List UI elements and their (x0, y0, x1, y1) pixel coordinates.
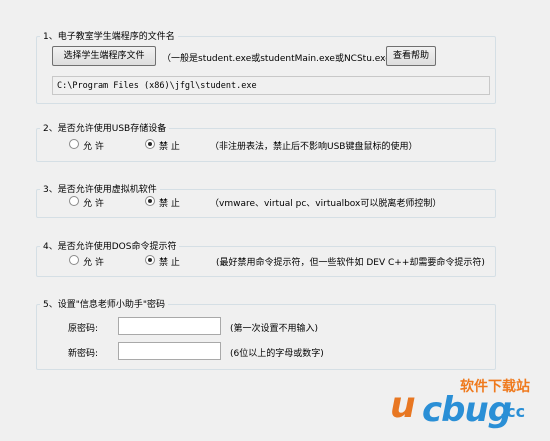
old-password-input[interactable] (118, 317, 221, 335)
password-group (36, 304, 496, 370)
usb-group-title: 2、是否允许使用USB存储设备 (40, 121, 170, 134)
usb-note: （非注册表法，禁止后不影响USB键盘鼠标的使用） (210, 142, 418, 152)
old-password-label: 原密码: (68, 324, 99, 334)
vm-deny-label[interactable]: 禁 止 (159, 196, 180, 209)
watermark-logo-cc: .cc (500, 402, 526, 421)
vm-allow-radio[interactable] (69, 196, 79, 206)
vm-group-title: 3、是否允许使用虚拟机软件 (40, 182, 160, 195)
password-group-title: 5、设置"信息老师小助手"密码 (40, 297, 169, 310)
usb-deny-radio[interactable] (145, 139, 155, 149)
new-password-label: 新密码: (68, 349, 99, 359)
vm-allow-label[interactable]: 允 许 (83, 196, 104, 209)
dos-deny-radio[interactable] (145, 255, 155, 265)
new-password-note: (6位以上的字母或数字) (230, 349, 324, 359)
dos-allow-radio[interactable] (69, 255, 79, 265)
vm-note: （vmware、virtual pc、virtualbox可以脱离老师控制） (210, 199, 442, 209)
new-password-input[interactable] (118, 342, 221, 360)
dos-allow-label[interactable]: 允 许 (83, 255, 104, 268)
file-name-hint: （一般是student.exe或studentMain.exe或NCStu.ex… (162, 54, 400, 64)
dos-deny-label[interactable]: 禁 止 (159, 255, 180, 268)
view-help-button[interactable]: 查看帮助 (386, 46, 436, 66)
file-name-group-title: 1、电子教室学生端程序的文件名 (40, 29, 178, 42)
dos-note: (最好禁用命令提示符，但一些软件如 DEV C++却需要命令提示符) (216, 258, 485, 268)
usb-allow-label[interactable]: 允 许 (83, 139, 104, 152)
watermark-logo-u: u (390, 385, 416, 426)
usb-deny-label[interactable]: 禁 止 (159, 139, 180, 152)
select-student-program-button[interactable]: 选择学生端程序文件 (52, 46, 156, 66)
vm-deny-radio[interactable] (145, 196, 155, 206)
watermark-logo-bug: cbug (422, 390, 512, 430)
usb-allow-radio[interactable] (69, 139, 79, 149)
dos-group-title: 4、是否允许使用DOS命令提示符 (40, 239, 180, 252)
old-password-note: (第一次设置不用输入) (230, 324, 319, 334)
program-path-field[interactable]: C:\Program Files (x86)\jfgl\student.exe (52, 76, 490, 95)
